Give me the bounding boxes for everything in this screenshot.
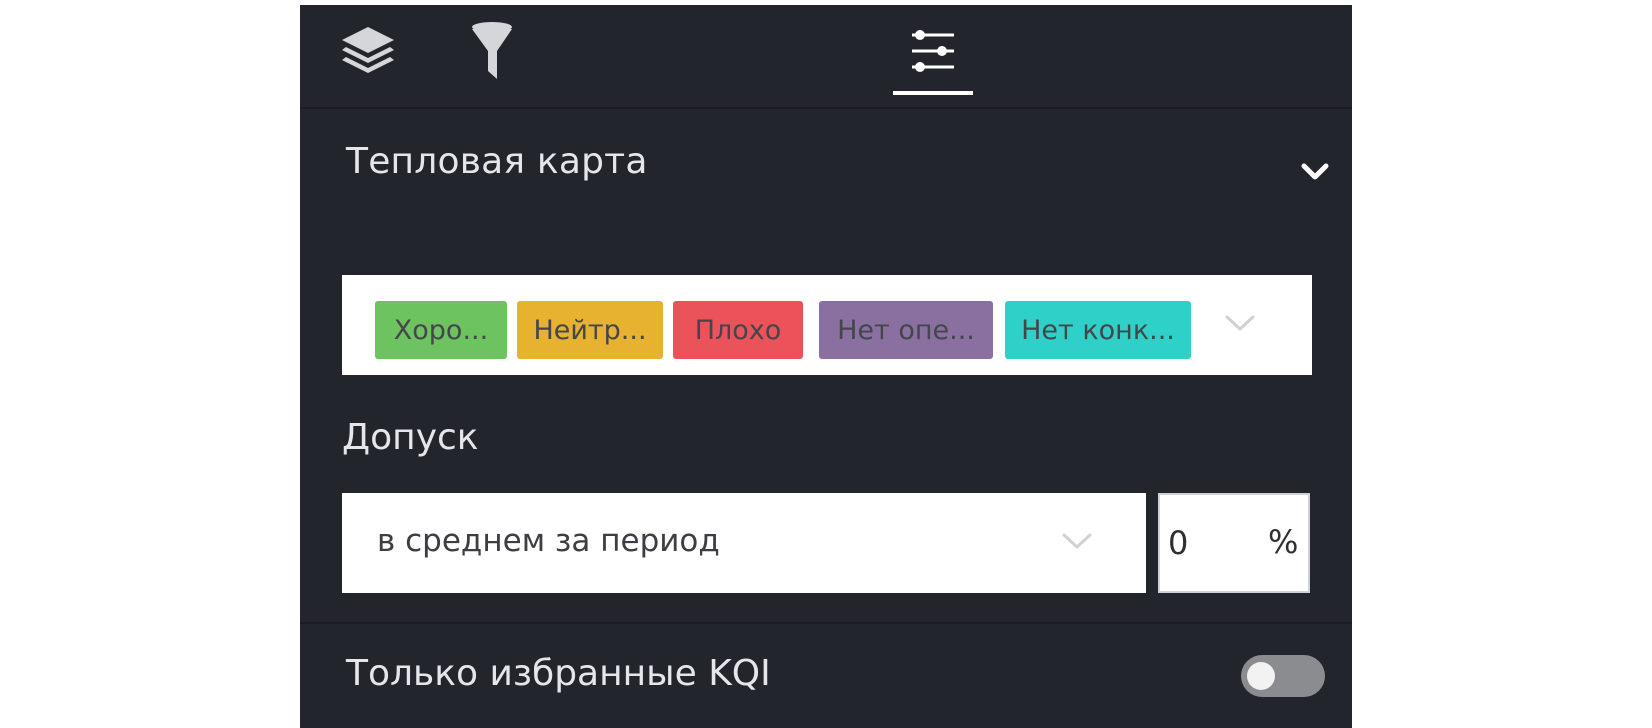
percent-unit-label: %	[1268, 523, 1299, 561]
status-chip-no-context[interactable]: Нет конк...	[1005, 301, 1191, 359]
chevron-down-icon	[1225, 315, 1255, 331]
tolerance-mode-dropdown-toggle[interactable]	[1057, 527, 1097, 555]
chevron-down-icon	[1062, 533, 1092, 549]
status-chip-no-evaluation[interactable]: Нет опе...	[819, 301, 993, 359]
active-tab-indicator	[893, 91, 973, 95]
heatmap-section-title: Тепловая карта	[346, 141, 648, 182]
tab-settings[interactable]	[893, 5, 973, 97]
status-chip-neutral[interactable]: Нейтр...	[517, 301, 663, 359]
heatmap-status-multiselect[interactable]: Хоро... Нейтр... Плохо Нет опе... Нет ко…	[342, 275, 1312, 375]
filter-icon	[472, 22, 512, 79]
tab-filter[interactable]	[452, 5, 532, 97]
tab-layers[interactable]	[328, 5, 408, 97]
tolerance-mode-value: в среднем за период	[377, 523, 720, 559]
favorites-only-toggle[interactable]	[1241, 655, 1325, 697]
status-chip-bad[interactable]: Плохо	[673, 301, 803, 359]
collapse-section-button[interactable]	[1295, 157, 1335, 187]
section-divider	[300, 622, 1352, 624]
tab-bar	[300, 5, 1352, 109]
toggle-knob	[1247, 662, 1275, 690]
chips-dropdown-toggle[interactable]	[1220, 309, 1260, 337]
layers-icon	[342, 27, 394, 73]
settings-panel: Тепловая карта Хоро... Нейтр... Плохо Не…	[300, 5, 1352, 728]
tolerance-label: Допуск	[342, 417, 479, 458]
sliders-icon	[912, 30, 954, 72]
favorites-only-label: Только избранные KQI	[346, 653, 771, 694]
status-chip-good[interactable]: Хоро...	[375, 301, 507, 359]
tolerance-percent-field[interactable]: %	[1158, 493, 1310, 593]
tolerance-percent-input[interactable]	[1168, 513, 1248, 573]
chevron-down-icon	[1301, 163, 1329, 180]
tolerance-mode-select[interactable]: в среднем за период	[342, 493, 1146, 593]
